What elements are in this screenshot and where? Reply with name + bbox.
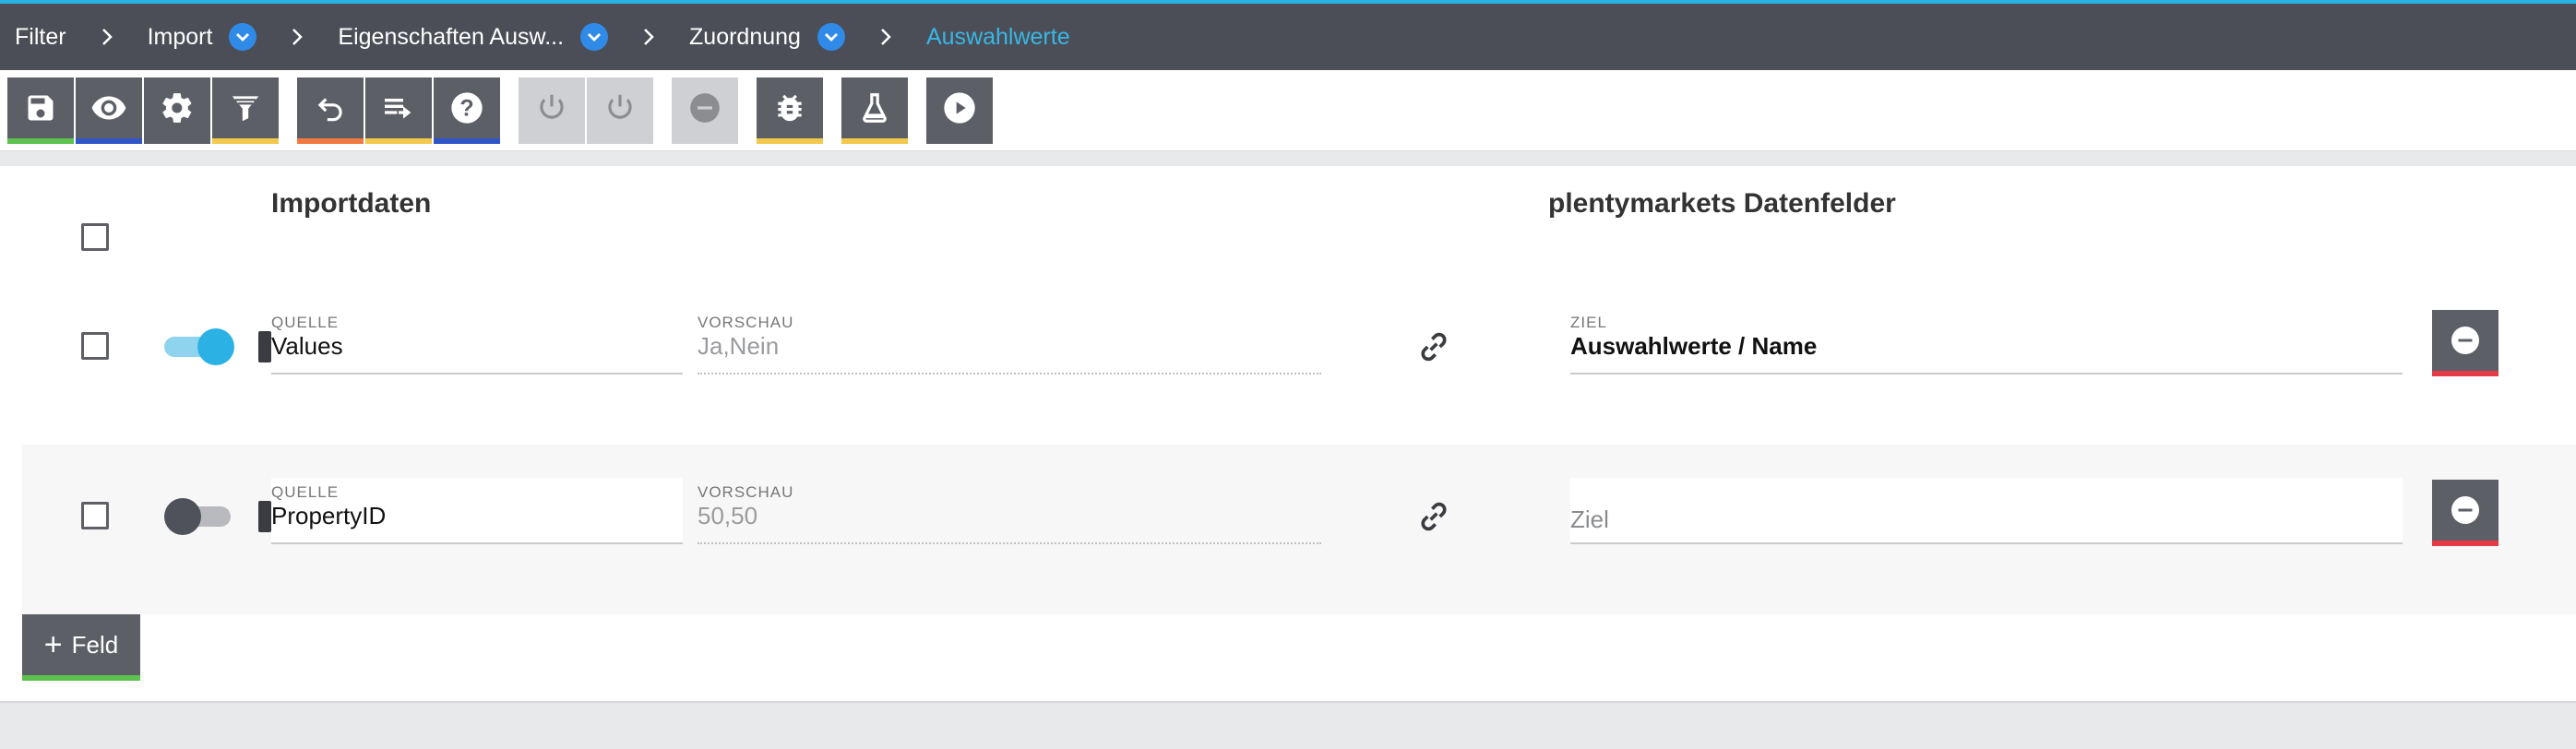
chevron-right-icon <box>290 27 304 47</box>
chevron-down-icon[interactable] <box>817 23 845 51</box>
row-checkbox[interactable] <box>81 502 109 529</box>
toggle-knob <box>164 498 201 535</box>
chevron-right-icon <box>878 27 893 47</box>
gear-icon <box>162 93 192 123</box>
toolbar: ? <box>0 70 2576 151</box>
settings-button[interactable] <box>144 77 210 144</box>
plus-icon: + <box>43 627 63 662</box>
breadcrumb-label: Filter <box>15 23 66 50</box>
source-field[interactable]: QUELLE Values <box>271 308 683 374</box>
add-field-label: Feld <box>71 630 119 659</box>
preview-field: VORSCHAU 50,50 <box>698 478 1321 544</box>
play-icon <box>944 92 975 124</box>
save-button[interactable] <box>7 77 74 144</box>
eye-icon <box>91 96 126 120</box>
chevron-down-icon[interactable] <box>580 23 609 51</box>
target-field[interactable]: ZIEL Auswahlwerte / Name <box>1570 308 2403 374</box>
preview-button[interactable] <box>76 77 142 144</box>
breadcrumb-item-zuordnung[interactable]: Zuordnung <box>689 23 845 51</box>
add-field-button[interactable]: + Feld <box>22 614 140 681</box>
playlist-button[interactable] <box>365 77 432 144</box>
row-enable-toggle[interactable] <box>164 328 234 365</box>
floppy-icon <box>28 95 54 121</box>
bug-icon <box>778 94 802 122</box>
chevron-right-icon <box>641 27 656 47</box>
undo-button[interactable] <box>297 77 364 144</box>
preview-value: 50,50 <box>698 502 758 529</box>
remove-row-button[interactable] <box>2432 310 2498 376</box>
test-button[interactable] <box>841 77 908 144</box>
breadcrumb-label: Eigenschaften Ausw... <box>338 23 565 50</box>
mapping-panel: Importdaten plentymarkets Datenfelder QU… <box>0 166 2576 703</box>
drag-handle[interactable] <box>258 331 271 363</box>
row-checkbox[interactable] <box>81 332 109 360</box>
power-button-1[interactable] <box>519 77 585 144</box>
breadcrumb-label: Import <box>147 23 213 50</box>
undo-icon <box>317 98 342 122</box>
run-button[interactable] <box>926 77 993 144</box>
target-placeholder: Ziel <box>1570 505 1609 533</box>
chevron-down-icon[interactable] <box>229 23 257 51</box>
breadcrumb-item-filter[interactable]: Filter <box>15 24 66 51</box>
target-label: ZIEL <box>1570 314 1607 331</box>
breadcrumb-item-eigenschaften[interactable]: Eigenschaften Ausw... <box>338 23 609 51</box>
preview-field: VORSCHAU Ja,Nein <box>698 308 1321 374</box>
source-label: QUELLE <box>271 314 340 331</box>
power-button-2[interactable] <box>587 77 653 144</box>
breadcrumb: Filter Import Eigenschaften Ausw... Zuor… <box>0 0 2576 70</box>
drag-handle[interactable] <box>258 501 271 532</box>
preview-value: Ja,Nein <box>698 332 780 360</box>
remove-row-button[interactable] <box>2432 480 2498 546</box>
breadcrumb-item-auswahlwerte[interactable]: Auswahlwerte <box>926 24 1070 51</box>
debug-button[interactable] <box>757 77 823 144</box>
breadcrumb-item-import[interactable]: Import <box>148 23 257 51</box>
minus-circle-icon <box>2451 327 2479 354</box>
preview-label: VORSCHAU <box>698 314 794 331</box>
question-icon: ? <box>451 92 483 124</box>
flask-icon <box>863 93 887 123</box>
heading-plenty: plentymarkets Datenfelder <box>1548 188 1896 219</box>
target-value: Auswahlwerte / Name <box>1570 332 1818 360</box>
source-label: QUELLE <box>271 483 340 501</box>
minus-button[interactable] <box>672 77 738 144</box>
playlist-add-icon <box>385 99 411 119</box>
link-icon[interactable] <box>1415 328 1452 365</box>
link-icon[interactable] <box>1415 498 1452 535</box>
source-value: PropertyID <box>271 502 387 529</box>
preview-label: VORSCHAU <box>698 483 794 501</box>
minus-circle-icon <box>2451 496 2479 524</box>
source-field[interactable]: QUELLE PropertyID <box>271 478 683 544</box>
select-all-checkbox[interactable] <box>81 223 109 251</box>
target-field[interactable]: Ziel <box>1570 478 2403 544</box>
help-button[interactable]: ? <box>434 77 500 144</box>
row-enable-toggle[interactable] <box>164 498 231 535</box>
power-icon <box>540 94 564 119</box>
filter-button[interactable] <box>212 77 279 144</box>
heading-import: Importdaten <box>271 188 432 219</box>
breadcrumb-label: Auswahlwerte <box>925 23 1070 50</box>
breadcrumb-label: Zuordnung <box>689 23 801 50</box>
toggle-knob <box>197 328 234 365</box>
funnel-icon <box>232 96 259 122</box>
chevron-right-icon <box>100 27 114 47</box>
source-value: Values <box>271 332 343 360</box>
svg-text:?: ? <box>459 95 473 121</box>
minus-circle-icon <box>690 93 720 123</box>
power-icon <box>608 94 632 119</box>
